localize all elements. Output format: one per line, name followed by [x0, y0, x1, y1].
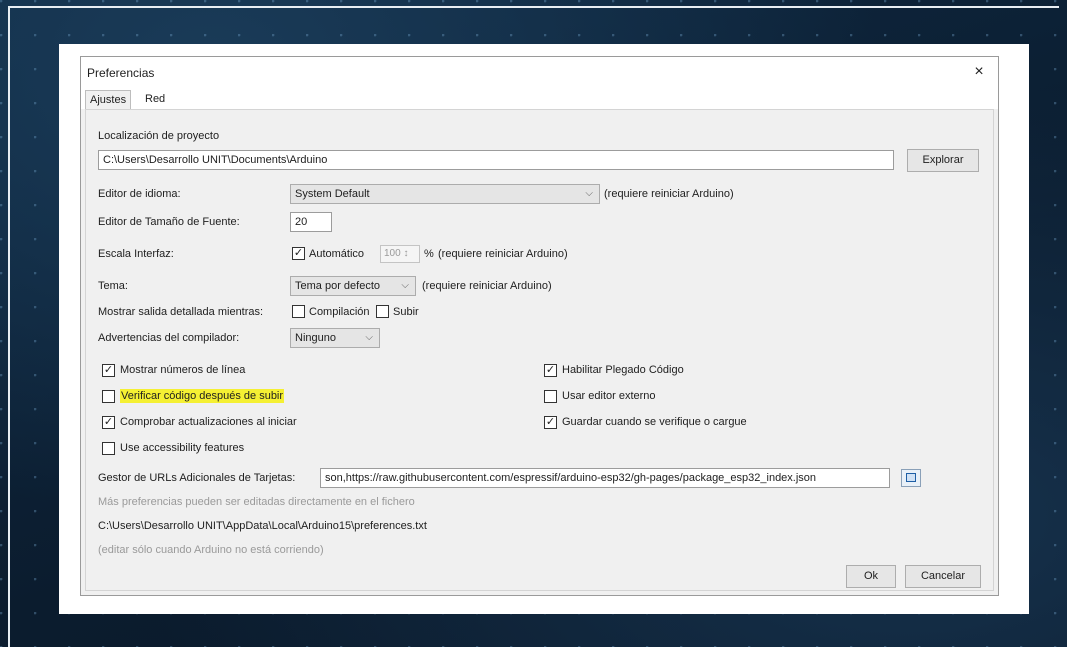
scale-percent: %	[424, 248, 434, 260]
verbose-output-label: Mostrar salida detallada mientras:	[98, 306, 264, 318]
more-preferences-note: Más preferencias pueden ser editadas dir…	[98, 496, 415, 508]
compiler-warnings-select[interactable]: Ninguno ⌵	[290, 328, 380, 348]
verbose-upload-label: Subir	[393, 306, 419, 318]
save-on-verify-checkbox[interactable]: ✓	[544, 416, 557, 429]
language-value: System Default	[295, 188, 370, 200]
compiler-warnings-value: Ninguno	[295, 332, 336, 344]
dialog-title: Preferencias	[87, 66, 155, 80]
cancel-button[interactable]: Cancelar	[905, 565, 981, 588]
verbose-upload-checkbox[interactable]	[376, 305, 389, 318]
theme-label: Tema:	[98, 280, 128, 292]
project-location-label: Localización de proyecto	[98, 130, 220, 142]
board-urls-edit-icon[interactable]	[901, 469, 921, 487]
compiler-warnings-label: Advertencias del compilador:	[98, 332, 240, 344]
preferences-dialog: Preferencias × Ajustes Red Localización …	[80, 56, 999, 596]
accessibility-label: Use accessibility features	[120, 442, 245, 454]
font-size-input[interactable]: 20	[290, 212, 332, 232]
language-label: Editor de idioma:	[98, 188, 181, 200]
accessibility-checkbox[interactable]	[102, 442, 115, 455]
close-icon[interactable]: ×	[968, 61, 990, 83]
interface-scale-label: Escala Interfaz:	[98, 248, 174, 260]
chevron-down-icon: ⌵	[585, 188, 593, 199]
scale-spinner[interactable]: 100 ↕	[380, 245, 420, 263]
code-folding-label: Habilitar Plegado Código	[562, 364, 684, 376]
auto-scale-label: Automático	[309, 248, 365, 260]
settings-panel: Localización de proyecto C:\Users\Desarr…	[85, 109, 994, 591]
chevron-down-icon: ⌵	[401, 280, 409, 291]
line-numbers-checkbox[interactable]: ✓	[102, 364, 115, 377]
theme-value: Tema por defecto	[295, 280, 380, 292]
board-urls-label: Gestor de URLs Adicionales de Tarjetas:	[98, 472, 296, 484]
project-location-input[interactable]: C:\Users\Desarrollo UNIT\Documents\Ardui…	[98, 150, 894, 170]
verbose-compile-checkbox[interactable]	[292, 305, 305, 318]
chevron-down-icon: ⌵	[365, 332, 373, 343]
tab-strip: Ajustes Red	[81, 87, 998, 109]
browse-button[interactable]: Explorar	[907, 149, 979, 172]
language-restart-note: (requiere reiniciar Arduino)	[604, 188, 734, 200]
verify-after-upload-label: Verificar código después de subir	[120, 389, 285, 403]
auto-scale-checkbox[interactable]: ✓	[292, 247, 305, 260]
title-bar: Preferencias ×	[81, 57, 998, 87]
check-updates-label: Comprobar actualizaciones al iniciar	[120, 416, 297, 428]
theme-restart-note: (requiere reiniciar Arduino)	[422, 280, 552, 292]
check-updates-checkbox[interactable]: ✓	[102, 416, 115, 429]
spinner-arrows-icon: ↕	[403, 248, 409, 259]
scale-value: 100	[384, 248, 401, 259]
scale-restart-note: (requiere reiniciar Arduino)	[438, 248, 568, 260]
external-editor-checkbox[interactable]	[544, 390, 557, 403]
code-folding-checkbox[interactable]: ✓	[544, 364, 557, 377]
board-urls-input[interactable]: son,https://raw.githubusercontent.com/es…	[320, 468, 890, 488]
edit-warning-note: (editar sólo cuando Arduino no está corr…	[98, 544, 324, 556]
line-numbers-label: Mostrar números de línea	[120, 364, 246, 376]
ok-button[interactable]: Ok	[846, 565, 896, 588]
theme-select[interactable]: Tema por defecto ⌵	[290, 276, 416, 296]
tab-red[interactable]: Red	[141, 90, 169, 108]
external-editor-label: Usar editor externo	[562, 390, 656, 402]
preferences-file-path: C:\Users\Desarrollo UNIT\AppData\Local\A…	[98, 520, 427, 532]
tab-ajustes[interactable]: Ajustes	[85, 90, 132, 109]
save-on-verify-label: Guardar cuando se verifique o cargue	[562, 416, 747, 428]
language-select[interactable]: System Default ⌵	[290, 184, 600, 204]
font-size-label: Editor de Tamaño de Fuente:	[98, 216, 240, 228]
verify-after-upload-checkbox[interactable]	[102, 390, 115, 403]
verbose-compile-label: Compilación	[309, 306, 370, 318]
